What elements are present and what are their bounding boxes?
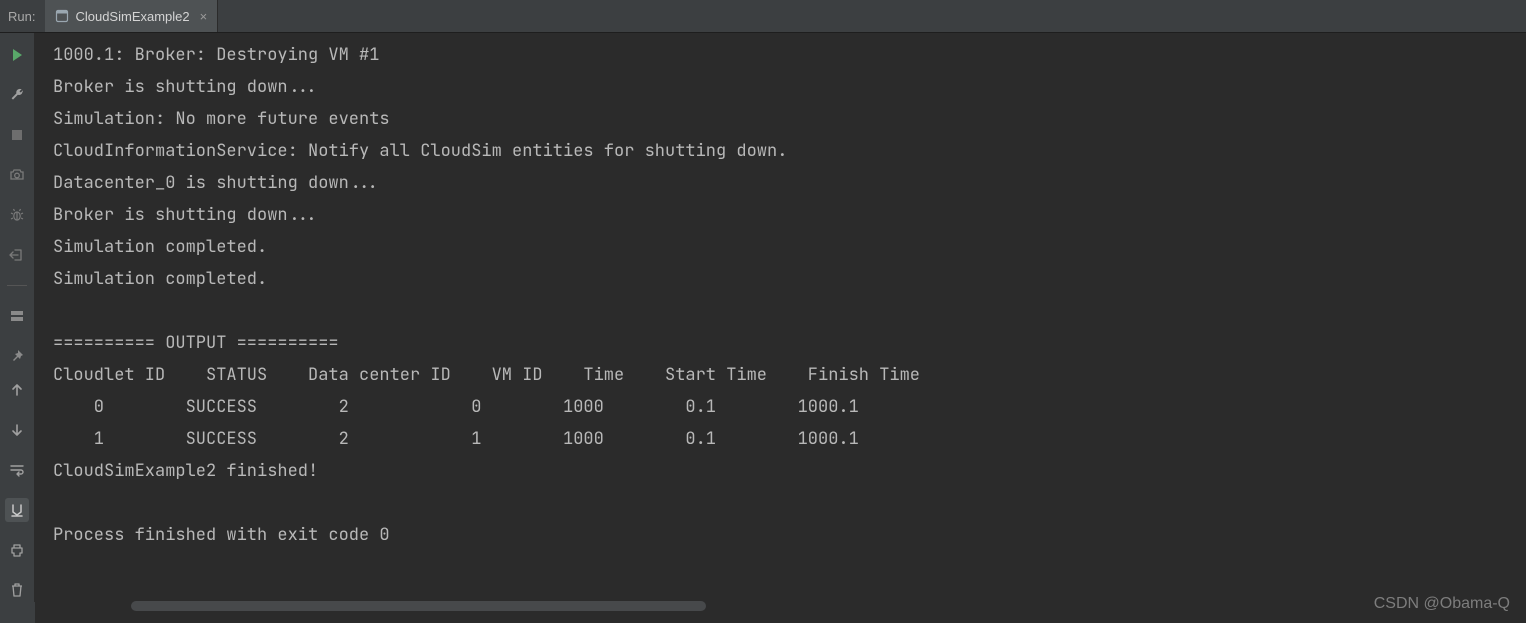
scroll-to-end-button[interactable] [5, 498, 29, 522]
down-stack-button[interactable] [5, 418, 29, 442]
console-output[interactable]: 1000.1: Broker: Destroying VM #1 Broker … [35, 33, 1526, 623]
scroll-to-end-icon [9, 502, 25, 518]
up-stack-button[interactable] [5, 378, 29, 402]
attach-debugger-button[interactable] [5, 203, 29, 227]
clear-all-button[interactable] [5, 578, 29, 602]
run-label: Run: [0, 0, 45, 32]
watermark: CSDN @Obama-Q [1374, 595, 1510, 613]
stop-button[interactable] [5, 123, 29, 147]
layout-icon [9, 308, 25, 324]
pin-icon [9, 348, 25, 364]
separator [7, 285, 27, 286]
pin-button[interactable] [5, 344, 29, 368]
arrow-up-icon [10, 383, 24, 397]
wrench-icon [9, 87, 25, 103]
soft-wrap-icon [9, 462, 25, 478]
layout-button[interactable] [5, 304, 29, 328]
exit-icon [9, 247, 25, 263]
trash-icon [9, 582, 25, 598]
play-icon [9, 47, 25, 63]
print-button[interactable] [5, 538, 29, 562]
exit-button[interactable] [5, 243, 29, 267]
dump-threads-button[interactable] [5, 163, 29, 187]
stop-icon [10, 128, 24, 142]
edit-config-button[interactable] [5, 83, 29, 107]
run-tool-gutter [0, 33, 35, 623]
run-tab-title: CloudSimExample2 [75, 9, 189, 24]
close-icon[interactable]: × [196, 9, 208, 24]
camera-icon [9, 167, 25, 183]
application-icon [55, 9, 69, 23]
arrow-down-icon [10, 423, 24, 437]
print-icon [9, 542, 25, 558]
run-tool-tabbar: Run: CloudSimExample2 × [0, 0, 1526, 33]
run-tab-cloudsimexample2[interactable]: CloudSimExample2 × [45, 0, 218, 32]
soft-wrap-button[interactable] [5, 458, 29, 482]
horizontal-scrollbar[interactable] [131, 601, 706, 611]
rerun-button[interactable] [5, 43, 29, 67]
bug-icon [9, 207, 25, 223]
